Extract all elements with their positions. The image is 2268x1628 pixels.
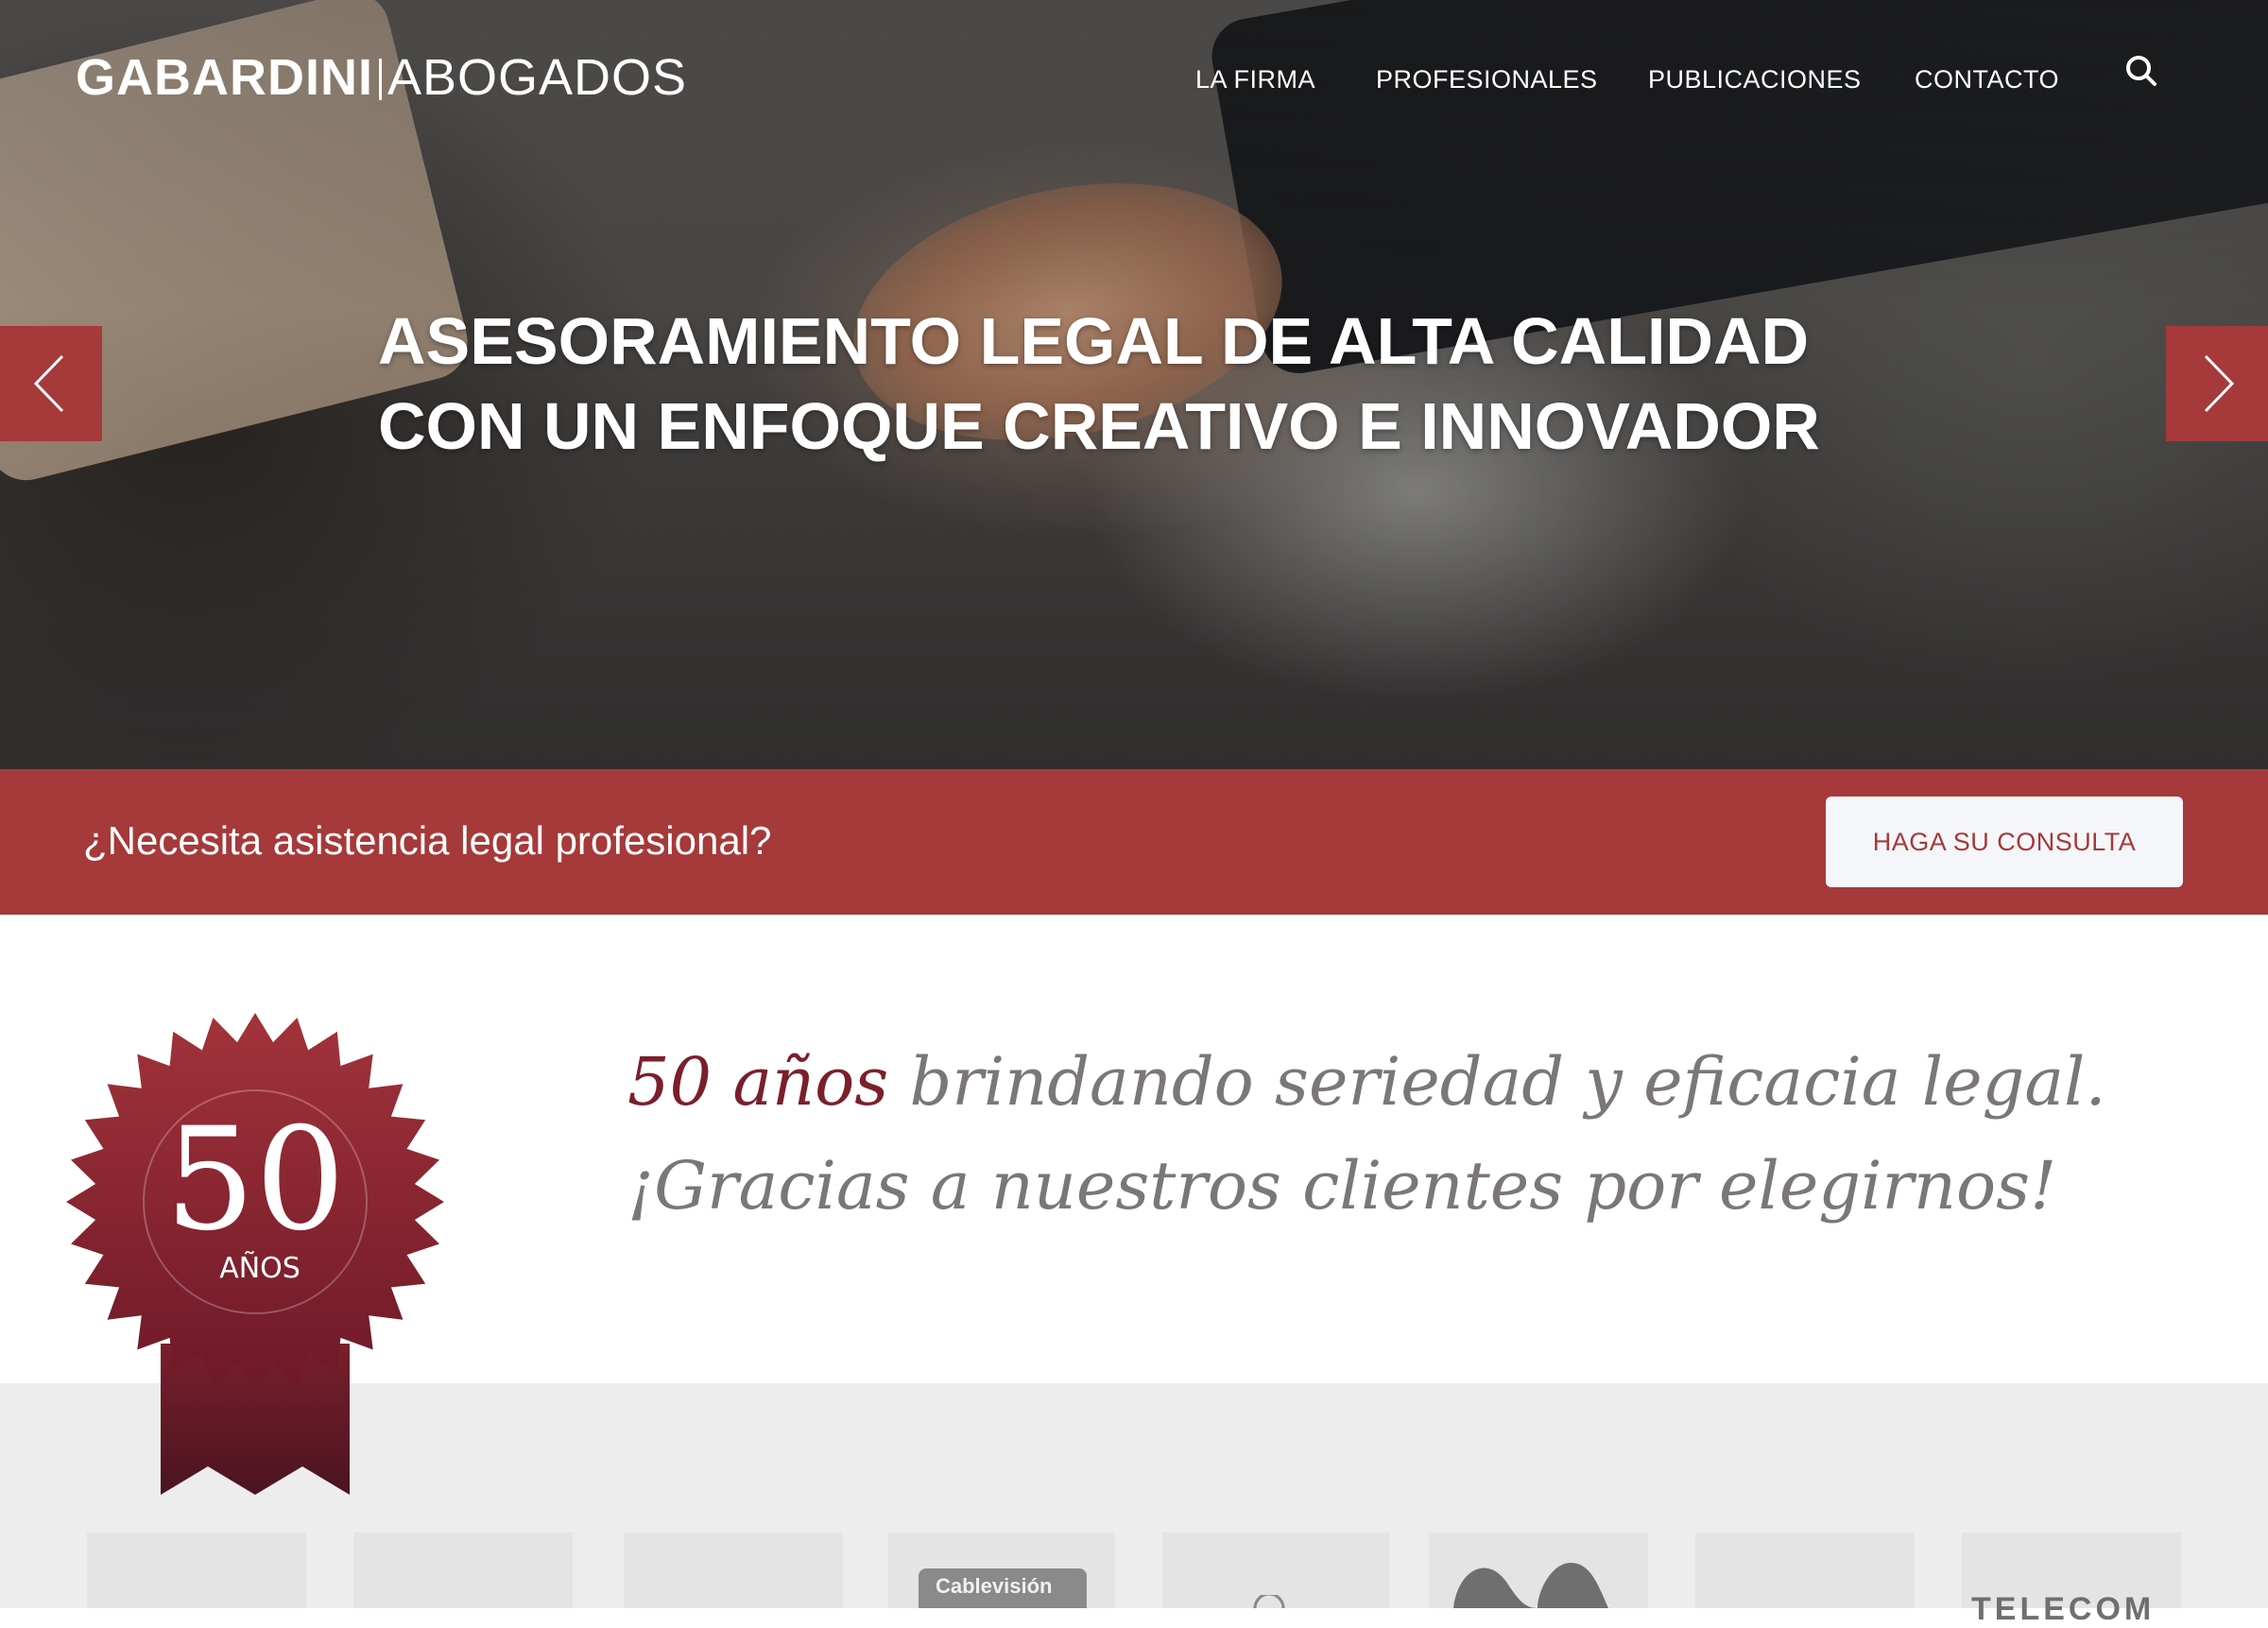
slider-next-button[interactable] [2166,326,2268,441]
tagline-line1: 50 años brindando seriedad y eficacia le… [627,1030,2106,1134]
consult-bar: ¿Necesita asistencia legal profesional? … [0,769,2268,915]
award-seal-icon: 50 AÑOS [66,1013,444,1495]
client-logo-telecom: TELECOM [1971,1591,2156,1627]
movistar-logo-icon [1453,1563,1608,1608]
consult-question: ¿Necesita asistencia legal profesional? [83,818,772,863]
hero-headline-line1: ASESORAMIENTO LEGAL DE ALTA CALIDAD [378,304,1810,378]
tagline-rest: brindando seriedad y eficacia legal. [888,1043,2106,1121]
anniversary-seal: 50 AÑOS [57,1003,454,1514]
client-logo-card[interactable] [353,1533,573,1608]
hero-headline-line2: CON UN ENFOQUE CREATIVO E INNOVADOR [378,389,1820,463]
search-icon [2126,56,2156,86]
slider-prev-button[interactable] [0,326,102,441]
client-logo-card[interactable] [1695,1533,1915,1608]
chevron-right-icon [2204,354,2235,413]
client-logo-cablevision: Cablevisión [936,1574,1053,1598]
hero-headline: ASESORAMIENTO LEGAL DE ALTA CALIDAD CON … [378,299,1984,469]
search-button[interactable] [2122,53,2160,91]
nav-item-la-firma[interactable]: LA FIRMA [1195,60,1315,98]
tagline-line2: ¡Gracias a nuestros clientes por elegirn… [627,1147,2057,1225]
seal-number: 50 [165,1098,346,1262]
nav-item-profesionales[interactable]: PROFESIONALES [1376,60,1598,98]
client-logo-card[interactable]: Cablevisión [888,1533,1115,1608]
client-logo-card[interactable] [1162,1533,1389,1608]
globe-logo-icon [1253,1595,1285,1608]
nav-item-contacto[interactable]: CONTACTO [1915,60,2059,98]
chevron-left-icon [33,354,64,413]
anniversary-tagline: 50 años brindando seriedad y eficacia le… [627,1030,2106,1238]
client-logo-card[interactable] [87,1533,306,1608]
consult-button[interactable]: HAGA SU CONSULTA [1826,797,2183,887]
seal-label: AÑOS [219,1251,301,1285]
tagline-accent: 50 años [627,1043,889,1121]
client-logo-card[interactable] [624,1533,843,1608]
client-logo-card[interactable] [1429,1533,1648,1608]
client-logo-card[interactable]: TELECOM [1962,1533,2181,1627]
main-nav: LA FIRMA PROFESIONALES PUBLICACIONES CON… [0,60,2268,98]
nav-item-publicaciones[interactable]: PUBLICACIONES [1648,60,1862,98]
